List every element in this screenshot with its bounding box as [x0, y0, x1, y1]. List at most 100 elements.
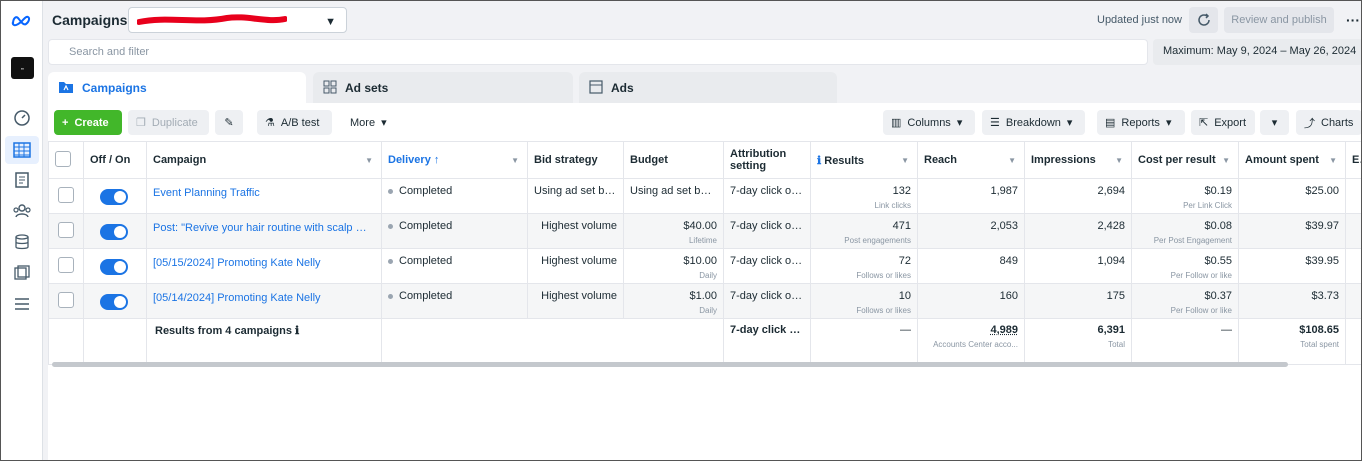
toggle-cell[interactable]: [83, 213, 147, 249]
reach-header[interactable]: Reach ▼: [917, 141, 1025, 179]
cost-per-result-value: $0.55: [1204, 255, 1232, 267]
export-options-dropdown[interactable]: ▾: [1260, 110, 1289, 135]
date-range-picker[interactable]: Maximum: May 9, 2024 – May 26, 2024 ▼: [1153, 39, 1362, 65]
campaign-toggle[interactable]: [100, 294, 128, 310]
cost-per-result-type: Per Link Click: [1183, 201, 1232, 210]
refresh-button[interactable]: [1189, 7, 1218, 33]
ad-card-icon: [589, 79, 603, 97]
all-tools-menu-icon[interactable]: [12, 294, 32, 314]
toggle-cell[interactable]: [83, 178, 147, 214]
budget-value: $1.00: [689, 290, 717, 302]
caret-down-icon: ▾: [956, 117, 963, 129]
row-checkbox[interactable]: [58, 257, 74, 273]
table-row[interactable]: Post: "Revive your hair routine with sca…: [48, 213, 1362, 249]
page-title: Campaigns: [52, 12, 128, 28]
review-and-publish-button[interactable]: Review and publish: [1224, 7, 1334, 33]
more-options-button[interactable]: ···: [1342, 7, 1362, 33]
bid-strategy-cell: Highest volume: [527, 283, 624, 319]
cost-per-result-value: $0.08: [1204, 220, 1232, 232]
status-dot-icon: [388, 188, 393, 194]
meta-logo-icon[interactable]: [10, 11, 34, 31]
budget-value: Using ad set bud...: [630, 185, 722, 197]
select-all-header[interactable]: [48, 141, 84, 179]
totals-attribution: 7-day click or ...: [723, 318, 811, 365]
campaign-toggle[interactable]: [100, 259, 128, 275]
budget-cell: Using ad set bud...: [623, 178, 724, 214]
catalog-icon[interactable]: [12, 263, 32, 283]
campaign-toggle[interactable]: [100, 189, 128, 205]
tab-ads[interactable]: Ads: [579, 72, 837, 104]
table-row[interactable]: Event Planning Traffic Completed Using ad …: [48, 178, 1362, 214]
select-all-checkbox[interactable]: [55, 150, 71, 167]
results-type: Link clicks: [874, 201, 911, 210]
row-checkbox[interactable]: [58, 222, 74, 238]
charts-button[interactable]: ⤴ Charts: [1296, 110, 1362, 135]
edit-button[interactable]: ✎: [215, 110, 243, 135]
impressions-header[interactable]: Impressions ▼: [1024, 141, 1132, 179]
amount-spent-cell: $39.97: [1238, 213, 1346, 249]
tab-ad-sets[interactable]: Ad sets: [313, 72, 573, 104]
horizontal-scrollbar[interactable]: [52, 362, 1288, 367]
row-checkbox-cell[interactable]: [48, 248, 84, 284]
results-value: 132: [892, 185, 911, 197]
campaign-name-link[interactable]: Post: "Revive your hair routine with sca…: [146, 213, 382, 249]
audiences-icon[interactable]: [12, 201, 32, 221]
ends-header[interactable]: En: [1345, 141, 1362, 179]
attribution-header[interactable]: Attribution setting: [723, 141, 811, 179]
tab-label: Ad sets: [345, 81, 389, 95]
results-header[interactable]: ℹ Results ▼: [810, 141, 918, 179]
ends-cell: [1345, 213, 1362, 249]
export-button[interactable]: ⇱ Export: [1191, 110, 1255, 135]
totals-spent: $108.65: [1299, 324, 1339, 336]
toggle-cell[interactable]: [83, 248, 147, 284]
campaign-header[interactable]: Campaign ▼: [146, 141, 382, 179]
table-row[interactable]: [05/15/2024] Promoting Kate Nelly Complet…: [48, 248, 1362, 284]
amount-spent-header[interactable]: Amount spent ▼: [1238, 141, 1346, 179]
toggle-cell[interactable]: [83, 283, 147, 319]
campaign-name-link[interactable]: Event Planning Traffic: [146, 178, 382, 214]
reach-cell: 1,987: [917, 178, 1025, 214]
table-row[interactable]: [05/14/2024] Promoting Kate Nelly Complet…: [48, 283, 1362, 319]
campaign-name-link[interactable]: [05/14/2024] Promoting Kate Nelly: [146, 283, 382, 319]
ad-account-selector[interactable]: ▼: [128, 7, 347, 33]
refresh-icon: [1197, 13, 1210, 26]
ab-test-button[interactable]: ⚗ A/B test: [257, 110, 332, 135]
more-dropdown[interactable]: More ▾: [342, 110, 396, 135]
row-checkbox-cell[interactable]: [48, 178, 84, 214]
ads-manager-table-icon[interactable]: [5, 136, 39, 164]
results-value: 72: [898, 255, 911, 267]
reach-cell: 849: [917, 248, 1025, 284]
table-header-row: Off / On Campaign ▼ Delivery ↑ ▼ Bid strat…: [48, 141, 1362, 179]
duplicate-button[interactable]: ❐ Duplicate: [128, 110, 209, 135]
cost-per-result-header[interactable]: Cost per result ▼: [1131, 141, 1239, 179]
billing-icon[interactable]: [12, 232, 32, 252]
bid-strategy-header[interactable]: Bid strategy: [527, 141, 624, 179]
attribution-cell: 7-day click or 1...: [723, 178, 811, 214]
info-icon: ℹ: [817, 154, 822, 167]
delivery-header[interactable]: Delivery ↑ ▼: [381, 141, 528, 179]
tab-campaigns[interactable]: Campaigns: [48, 72, 306, 104]
row-checkbox[interactable]: [58, 187, 74, 203]
info-icon: ℹ: [295, 325, 300, 337]
plus-icon: +: [62, 116, 69, 129]
create-button[interactable]: + Create: [54, 110, 122, 135]
reports-dropdown[interactable]: ▤ Reports ▾: [1097, 110, 1185, 135]
budget-value: $40.00: [683, 220, 717, 232]
delivery-cell: Completed: [381, 283, 528, 319]
account-avatar[interactable]: ▪▪: [11, 57, 34, 79]
breakdown-dropdown[interactable]: ☰ Breakdown ▾: [982, 110, 1085, 135]
campaign-toggle[interactable]: [100, 224, 128, 240]
pages-icon[interactable]: [12, 170, 32, 190]
columns-label: Columns: [907, 116, 951, 129]
attribution-cell: 7-day click or 1...: [723, 213, 811, 249]
row-checkbox-cell[interactable]: [48, 283, 84, 319]
reports-icon: ▤: [1105, 117, 1116, 129]
search-input[interactable]: Search and filter: [48, 39, 1148, 65]
row-checkbox[interactable]: [58, 292, 74, 308]
dashboard-gauge-icon[interactable]: [12, 108, 32, 128]
campaign-name-link[interactable]: [05/15/2024] Promoting Kate Nelly: [146, 248, 382, 284]
row-checkbox-cell[interactable]: [48, 213, 84, 249]
budget-header[interactable]: Budget: [623, 141, 724, 179]
cost-per-result-value: $0.19: [1204, 185, 1232, 197]
columns-dropdown[interactable]: ▥ Columns ▾: [883, 110, 975, 135]
